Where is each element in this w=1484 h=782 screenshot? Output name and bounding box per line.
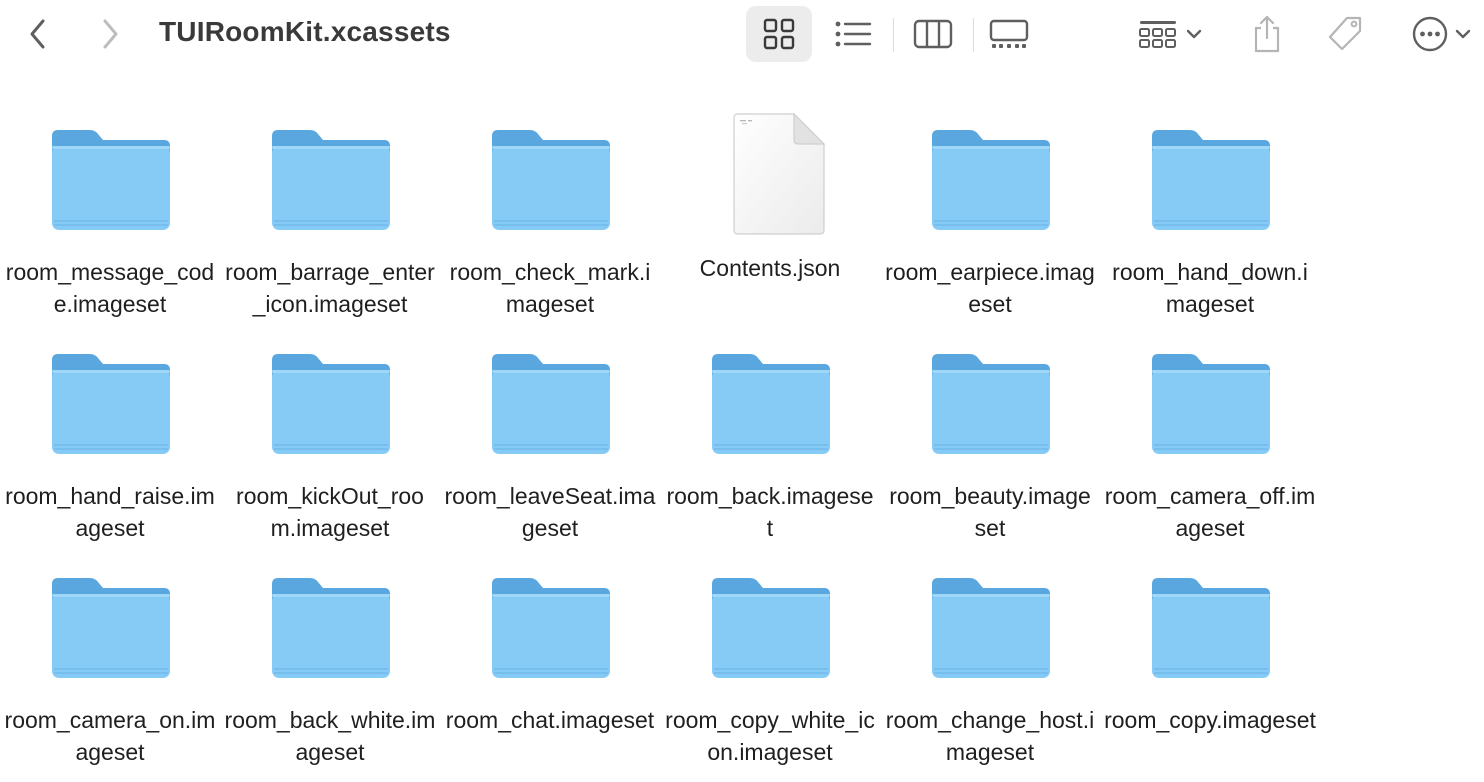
folder-icon [52,578,170,678]
folder-item[interactable]: room_hand_raise.imageset [0,324,220,548]
share-icon [1254,15,1280,53]
item-label: room_beauty.imageset [889,483,1091,541]
folder-item[interactable]: room_copy_white_icon.imageset [660,548,880,772]
item-label: room_copy_white_icon.imageset [665,707,875,765]
tag-button[interactable] [1320,6,1370,62]
folder-icon [272,354,390,454]
icon-view-button[interactable] [746,6,812,62]
toolbar-divider [973,18,974,52]
item-label: room_message_code.imageset [5,259,215,317]
item-label: room_hand_down.imageset [1112,259,1308,317]
back-button[interactable] [18,14,58,54]
folder-item[interactable]: room_barrage_enter_icon.imageset [220,100,440,324]
folder-icon [492,354,610,454]
item-label: room_change_host.imageset [885,707,1095,765]
share-button[interactable] [1244,6,1290,62]
item-label: room_back.imageset [666,483,874,541]
folder-icon [712,578,830,678]
folder-icon [272,130,390,230]
folder-item[interactable]: room_chat.imageset [440,548,660,772]
folder-icon [492,578,610,678]
folder-item[interactable]: room_beauty.imageset [880,324,1100,548]
window-title: TUIRoomKit.xcassets [159,16,451,47]
folder-item[interactable]: room_earpiece.imageset [880,100,1100,324]
chevron-down-icon [1455,29,1471,39]
column-view-button[interactable] [906,6,960,62]
item-label: room_back_white.imageset [224,707,436,765]
folder-icon [1152,130,1270,230]
item-label: room_check_mark.imageset [449,259,651,317]
item-label: room_camera_on.imageset [4,707,216,765]
item-label: room_leaveSeat.imageset [444,483,656,541]
folder-item[interactable]: room_copy.imageset [1100,548,1320,772]
folder-icon [712,354,830,454]
folder-item[interactable]: room_camera_off.imageset [1100,324,1320,548]
folder-icon [492,130,610,230]
folder-icon [272,578,390,678]
item-label: room_earpiece.imageset [885,259,1095,317]
folder-item[interactable]: room_hand_down.imageset [1100,100,1320,324]
item-label: room_kickOut_room.imageset [236,483,424,541]
icon-view-icon [763,18,795,50]
toolbar: TUIRoomKit.xcassets [0,0,1484,68]
folder-icon [1152,354,1270,454]
ellipsis-circle-icon [1412,16,1448,52]
folder-icon [52,130,170,230]
folder-icon [1152,578,1270,678]
chevron-left-icon [30,19,45,49]
column-view-icon [913,19,953,49]
folder-icon [932,130,1050,230]
item-label: room_barrage_enter_icon.imageset [225,259,435,317]
folder-icon [932,354,1050,454]
item-label: room_chat.imageset [445,707,655,733]
folder-item[interactable]: room_kickOut_room.imageset [220,324,440,548]
list-view-icon [835,21,872,47]
folder-icon [52,354,170,454]
item-label: room_hand_raise.imageset [5,483,215,541]
document-icon [733,112,826,235]
folder-item[interactable]: room_check_mark.imageset [440,100,660,324]
folder-item[interactable]: room_back_white.imageset [220,548,440,772]
item-label: room_camera_off.imageset [1104,483,1316,541]
folder-item[interactable]: room_back.imageset [660,324,880,548]
chevron-down-icon [1186,29,1202,39]
folder-item[interactable]: room_leaveSeat.imageset [440,324,660,548]
folder-item[interactable]: room_change_host.imageset [880,548,1100,772]
file-item[interactable]: Contents.json [660,100,880,324]
forward-button[interactable] [90,14,130,54]
folder-item[interactable]: room_message_code.imageset [0,100,220,324]
gallery-view-icon [989,19,1029,48]
folder-icon [932,578,1050,678]
tag-icon [1328,16,1362,51]
more-button[interactable] [1404,6,1480,62]
toolbar-divider [893,18,894,52]
group-grid-icon [1139,21,1176,48]
group-button[interactable] [1130,6,1212,62]
folder-item[interactable]: room_camera_on.imageset [0,548,220,772]
gallery-view-button[interactable] [982,6,1036,62]
chevron-right-icon [103,19,118,49]
item-label: Contents.json [699,255,841,281]
item-label: room_copy.imageset [1104,707,1316,733]
list-view-button[interactable] [826,6,880,62]
